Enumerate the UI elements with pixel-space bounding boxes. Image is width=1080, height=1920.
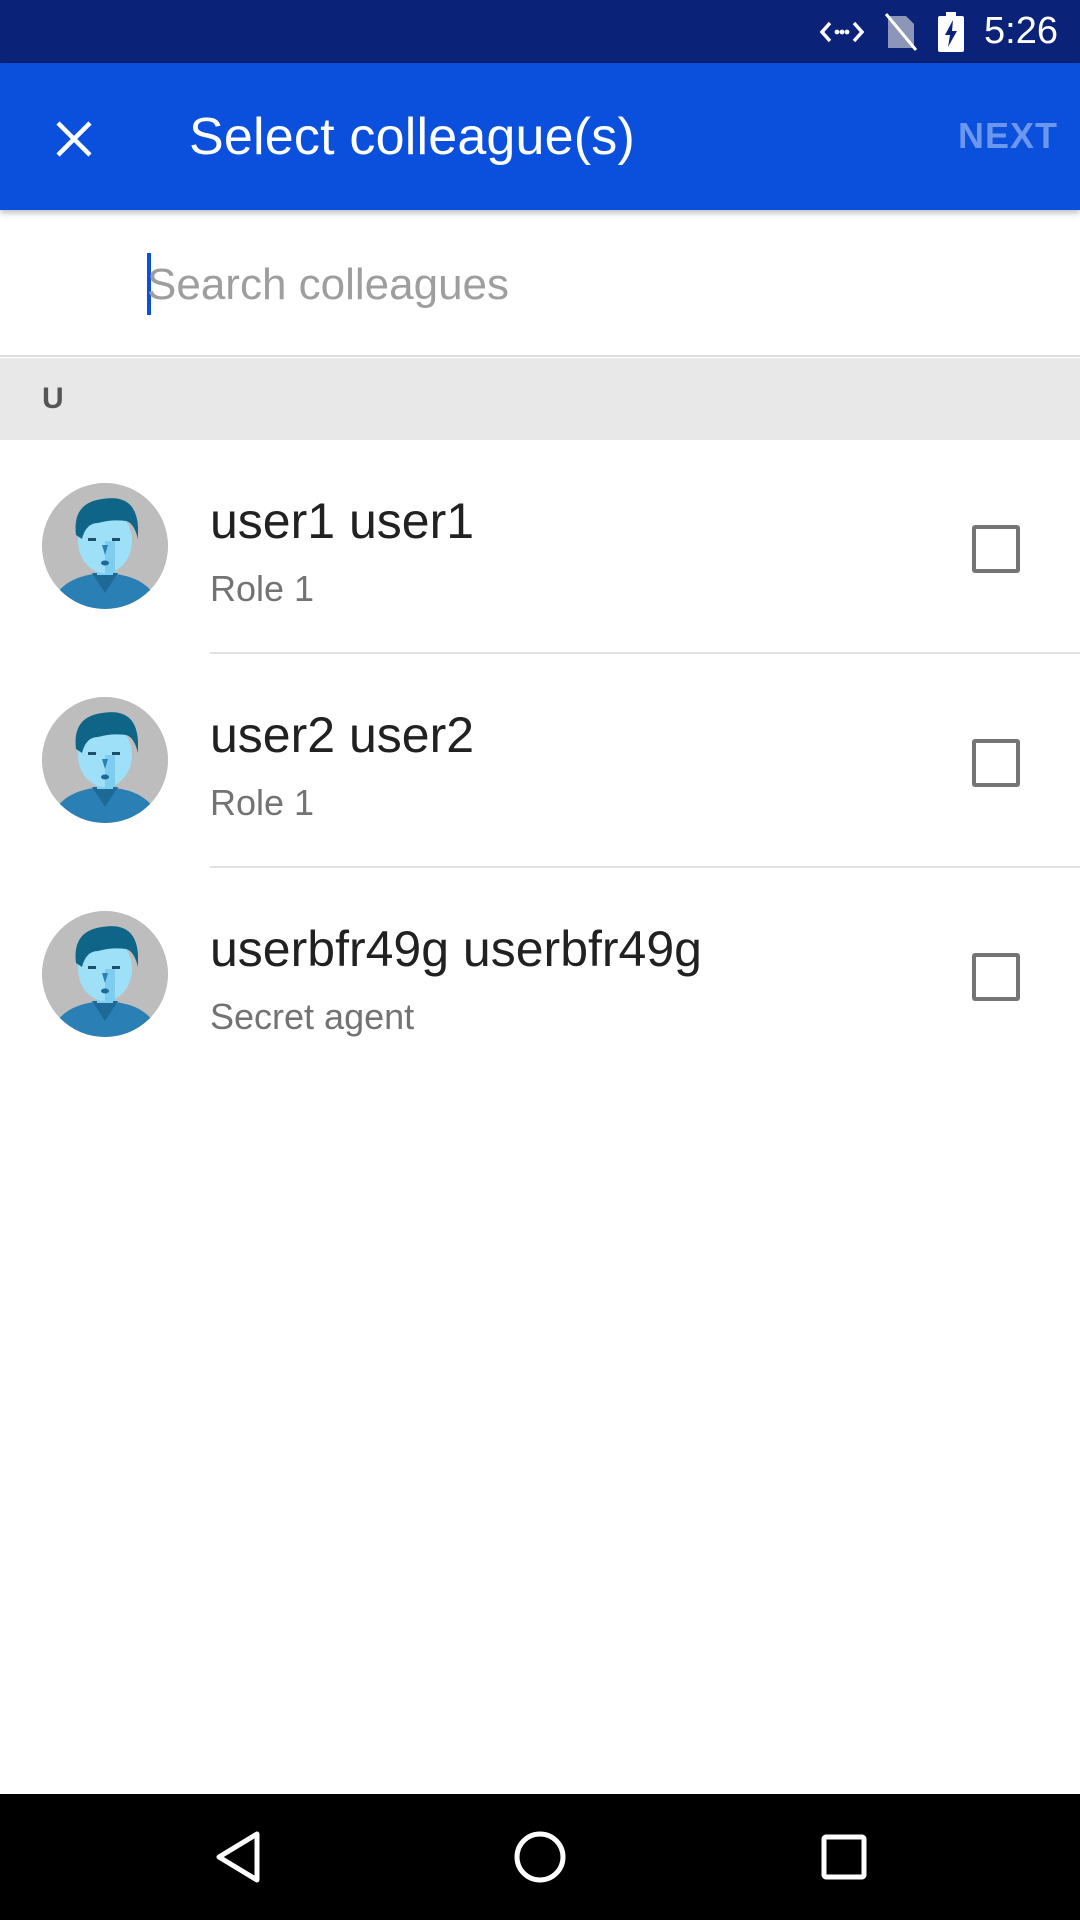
person-avatar-icon xyxy=(42,483,168,609)
page-title: Select colleague(s) xyxy=(189,108,636,166)
list-item[interactable]: user1 user1 Role 1 xyxy=(0,440,1080,654)
list-item[interactable]: user2 user2 Role 1 xyxy=(0,654,1080,868)
select-checkbox[interactable] xyxy=(972,739,1020,787)
close-icon xyxy=(56,121,92,157)
recents-button[interactable] xyxy=(814,1827,874,1887)
colleague-list: user1 user1 Role 1 user2 user2 Role 1 us… xyxy=(0,440,1080,1082)
colleague-name: user1 user1 xyxy=(210,493,475,549)
colleague-role: Secret agent xyxy=(210,996,415,1037)
home-button[interactable] xyxy=(510,1827,570,1887)
clock: 5:26 xyxy=(984,10,1058,52)
status-bar: 5:26 xyxy=(0,0,1080,63)
colleague-role: Role 1 xyxy=(210,782,315,823)
search-bar xyxy=(0,210,1080,357)
next-button[interactable]: NEXT xyxy=(958,115,1058,157)
home-icon xyxy=(514,1831,566,1883)
close-button[interactable] xyxy=(34,99,114,179)
back-button[interactable] xyxy=(208,1827,268,1887)
list-item[interactable]: userbfr49g userbfr49g Secret agent xyxy=(0,868,1080,1082)
data-transfer-icon xyxy=(820,17,865,47)
select-checkbox[interactable] xyxy=(972,953,1020,1001)
recents-icon xyxy=(821,1834,867,1880)
person-avatar-icon xyxy=(42,911,168,1037)
colleague-name: user2 user2 xyxy=(210,707,475,763)
search-input[interactable] xyxy=(147,250,1027,320)
select-checkbox[interactable] xyxy=(972,525,1020,573)
avatar xyxy=(42,911,168,1037)
section-letter: U xyxy=(42,382,64,415)
avatar xyxy=(42,483,168,609)
no-sim-icon xyxy=(884,12,918,52)
colleague-role: Role 1 xyxy=(210,568,315,609)
system-nav-bar xyxy=(0,1794,1080,1920)
colleague-name: userbfr49g userbfr49g xyxy=(210,921,702,977)
battery-charging-icon xyxy=(938,11,965,52)
app-bar: Select colleague(s) NEXT xyxy=(0,63,1080,210)
section-header: U xyxy=(0,358,1080,440)
avatar xyxy=(42,697,168,823)
back-icon xyxy=(216,1831,260,1883)
person-avatar-icon xyxy=(42,697,168,823)
